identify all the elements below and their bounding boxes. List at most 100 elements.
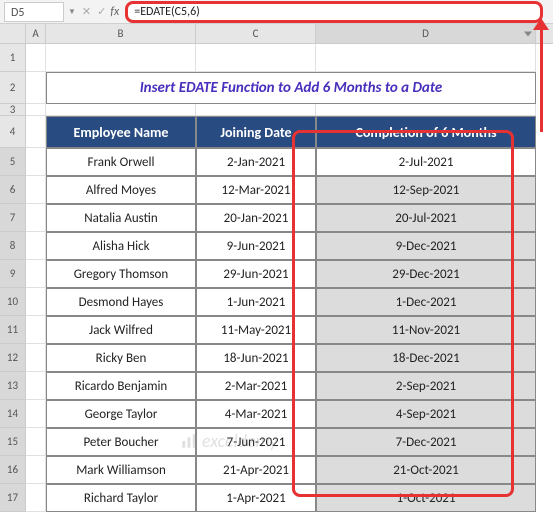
cell-completion[interactable]: 9-Dec-2021: [316, 232, 536, 260]
cell[interactable]: [26, 344, 46, 372]
formula-bar: D5 ▼ ✕ ✓ fx =EDATE(C5,6): [0, 0, 553, 24]
row-header[interactable]: 2: [0, 72, 26, 104]
row-header[interactable]: 4: [0, 116, 26, 148]
cell-completion[interactable]: 1-Dec-2021: [316, 288, 536, 316]
cell-joining[interactable]: 7-Jun-2021: [196, 428, 316, 456]
cell-joining[interactable]: 2-Jan-2021: [196, 148, 316, 176]
cell-name[interactable]: Gregory Thomson: [46, 260, 196, 288]
row-header[interactable]: 7: [0, 204, 26, 232]
cell-name[interactable]: Alisha Hick: [46, 232, 196, 260]
name-box-dropdown-icon[interactable]: ▼: [68, 7, 76, 17]
col-header-b[interactable]: B: [46, 24, 196, 43]
cell[interactable]: [26, 104, 46, 116]
row-header[interactable]: 16: [0, 456, 26, 484]
row-header[interactable]: 1: [0, 44, 26, 72]
cell[interactable]: [26, 72, 46, 104]
cell-completion[interactable]: 4-Sep-2021: [316, 400, 536, 428]
cell[interactable]: [26, 176, 46, 204]
cell[interactable]: [26, 428, 46, 456]
row-header[interactable]: 10: [0, 288, 26, 316]
cell-joining[interactable]: 12-Mar-2021: [196, 176, 316, 204]
cell-name[interactable]: Jack Wilfred: [46, 316, 196, 344]
cell[interactable]: [196, 104, 316, 116]
cell[interactable]: [26, 372, 46, 400]
row-header[interactable]: 9: [0, 260, 26, 288]
cell[interactable]: [26, 456, 46, 484]
cell[interactable]: [46, 104, 196, 116]
cell-completion[interactable]: 12-Sep-2021: [316, 176, 536, 204]
row-header[interactable]: 6: [0, 176, 26, 204]
row-header[interactable]: 15: [0, 428, 26, 456]
col-header-c[interactable]: C: [196, 24, 316, 43]
cell[interactable]: [26, 400, 46, 428]
cell-joining[interactable]: 11-May-2021: [196, 316, 316, 344]
col-header-d[interactable]: D: [316, 24, 536, 43]
row-header[interactable]: 11: [0, 316, 26, 344]
confirm-icon[interactable]: ✓: [97, 5, 106, 18]
cell[interactable]: [26, 232, 46, 260]
cell-completion[interactable]: 2-Sep-2021: [316, 372, 536, 400]
col-header-a[interactable]: A: [26, 24, 46, 43]
cell-joining[interactable]: 21-Apr-2021: [196, 456, 316, 484]
row-header[interactable]: 12: [0, 344, 26, 372]
fx-icon[interactable]: fx: [110, 5, 119, 19]
header-completion[interactable]: Completion of 6 Months: [316, 116, 536, 148]
row-header[interactable]: 17: [0, 484, 26, 512]
title-cell[interactable]: Insert EDATE Function to Add 6 Months to…: [46, 72, 536, 104]
row-header[interactable]: 14: [0, 400, 26, 428]
cell-joining[interactable]: 29-Jun-2021: [196, 260, 316, 288]
arrow-head-icon: [533, 18, 549, 30]
row-header[interactable]: 5: [0, 148, 26, 176]
formula-input[interactable]: =EDATE(C5,6): [125, 1, 543, 23]
cell[interactable]: [316, 104, 536, 116]
cell-completion[interactable]: 1-Oct-2021: [316, 484, 536, 512]
cell-name[interactable]: George Taylor: [46, 400, 196, 428]
cell-name[interactable]: Frank Orwell: [46, 148, 196, 176]
cell-completion[interactable]: 11-Nov-2021: [316, 316, 536, 344]
cell-joining[interactable]: 1-Jun-2021: [196, 288, 316, 316]
cancel-icon[interactable]: ✕: [82, 5, 91, 18]
cell-joining[interactable]: 4-Mar-2021: [196, 400, 316, 428]
arrow-line: [540, 22, 543, 132]
cell-name[interactable]: Desmond Hayes: [46, 288, 196, 316]
cell[interactable]: [26, 288, 46, 316]
formula-bar-buttons: ✕ ✓: [82, 5, 106, 18]
cell[interactable]: [26, 44, 46, 72]
row-header[interactable]: 13: [0, 372, 26, 400]
cell[interactable]: [26, 260, 46, 288]
header-joining[interactable]: Joining Date: [196, 116, 316, 148]
select-all-corner[interactable]: [0, 24, 26, 43]
cell-completion[interactable]: 2-Jul-2021: [316, 148, 536, 176]
header-name[interactable]: Employee Name: [46, 116, 196, 148]
cell[interactable]: [196, 44, 316, 72]
cell-completion[interactable]: 18-Dec-2021: [316, 344, 536, 372]
cell[interactable]: [316, 44, 536, 72]
cell-name[interactable]: Alfred Moyes: [46, 176, 196, 204]
row-headers: 1 2 3 4 5 6 7 8 9 10 11 12 13 14 15 16 1…: [0, 44, 26, 512]
row-header[interactable]: 3: [0, 104, 26, 116]
cell-completion[interactable]: 20-Jul-2021: [316, 204, 536, 232]
cell-name[interactable]: Peter Boucher: [46, 428, 196, 456]
cell-name[interactable]: Natalia Austin: [46, 204, 196, 232]
cell-name[interactable]: Mark Williamson: [46, 456, 196, 484]
cell[interactable]: [46, 44, 196, 72]
cell[interactable]: [26, 316, 46, 344]
cell[interactable]: [26, 148, 46, 176]
cell-completion[interactable]: 21-Oct-2021: [316, 456, 536, 484]
cell[interactable]: [26, 116, 46, 148]
cell-joining[interactable]: 2-Mar-2021: [196, 372, 316, 400]
cell-name[interactable]: Richard Taylor: [46, 484, 196, 512]
cell-completion[interactable]: 7-Dec-2021: [316, 428, 536, 456]
cell-joining[interactable]: 1-Apr-2021: [196, 484, 316, 512]
cell-joining[interactable]: 9-Jun-2021: [196, 232, 316, 260]
cell-joining[interactable]: 20-Jan-2021: [196, 204, 316, 232]
row-header[interactable]: 8: [0, 232, 26, 260]
cell-joining[interactable]: 18-Jun-2021: [196, 344, 316, 372]
cell[interactable]: [26, 204, 46, 232]
cell[interactable]: [26, 484, 46, 512]
cell-name[interactable]: Ricardo Benjamin: [46, 372, 196, 400]
cell-completion[interactable]: 29-Dec-2021: [316, 260, 536, 288]
spreadsheet-grid[interactable]: Insert EDATE Function to Add 6 Months to…: [26, 44, 553, 512]
name-box[interactable]: D5: [4, 2, 64, 22]
cell-name[interactable]: Ricky Ben: [46, 344, 196, 372]
